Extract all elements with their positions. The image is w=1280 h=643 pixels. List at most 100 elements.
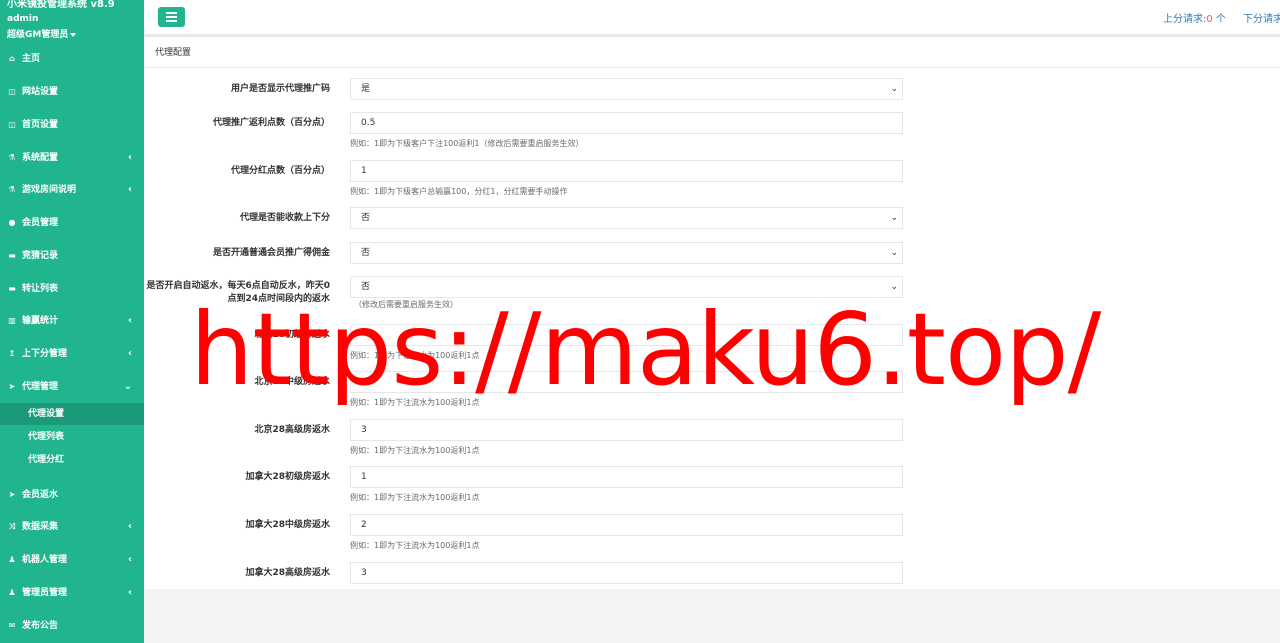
hamburger-icon-bar (166, 16, 177, 18)
window-icon: ◫ (8, 87, 16, 96)
sidebar-item[interactable]: ▥ 输赢统计 ‹ (0, 309, 144, 333)
chevron-icon: ‹ (127, 184, 132, 195)
app-brand: 小米镜投管理系统 v8.9 (7, 0, 115, 10)
chevron-icon: ‹ (127, 315, 132, 326)
sidebar-item-label: 首页设置 (22, 120, 59, 130)
chevron-down-icon: ⌄ (890, 213, 898, 223)
down-request-link[interactable]: 下分请求 (1243, 10, 1280, 25)
select-field[interactable]: 是 ⌄ (350, 78, 903, 100)
random-icon: ⤨ (8, 522, 16, 531)
sidebar-item-label: 游戏房间说明 (22, 185, 77, 195)
caret-down-icon (70, 32, 77, 37)
sidebar-item[interactable]: ⚗ 系统配置 ‹ (0, 146, 144, 170)
sidebar-item[interactable]: ⌂ 主页 (0, 47, 144, 71)
sidebar-item-label: 数据采集 (22, 522, 59, 532)
sidebar-item[interactable]: ♟ 管理员管理 ‹ (0, 581, 144, 605)
sidebar-item-label: 主页 (22, 54, 41, 64)
comment-icon: ✉ (8, 621, 16, 630)
car-icon: ▬ (8, 251, 16, 260)
hamburger-icon-bar (166, 20, 177, 22)
field-help-text: 例如：1即为下注流水为100返利1点 (350, 588, 479, 589)
chevron-icon: ⌄ (123, 381, 132, 392)
field-value: 是 (361, 84, 371, 94)
sidebar-subitem-label: 代理列表 (28, 432, 65, 442)
field-value: 否 (361, 248, 371, 258)
text-field[interactable]: 3 (350, 562, 903, 584)
menu-toggle-button[interactable] (158, 7, 185, 27)
field-help-text: 例如：1即为下级客户下注100返利1（修改后需要重启服务生效） (350, 139, 584, 148)
level-up-icon: ↥ (8, 349, 16, 358)
sidebar-subitem[interactable]: 代理设置 (0, 403, 144, 425)
home-icon: ⌂ (9, 54, 15, 63)
flask-icon: ⚗ (8, 185, 16, 194)
user-role-dropdown[interactable]: 超级GM管理员 (7, 27, 77, 40)
sidebar-item[interactable]: ◫ 网站设置 (0, 80, 144, 104)
sidebar-subitem[interactable]: 代理分红 (0, 449, 144, 471)
sidebar-item-label: 系统配置 (22, 153, 59, 163)
chevron-icon: ‹ (127, 152, 132, 163)
sidebar-item-label: 代理管理 (22, 382, 59, 392)
text-field[interactable]: 1 (350, 466, 903, 488)
send-icon: ➤ (8, 382, 16, 391)
sidebar-item[interactable]: ▬ 竞猜记录 (0, 244, 144, 268)
field-help-text: 例如：1即为下注流水为100返利1点 (350, 541, 480, 550)
sidebar-item-label: 输赢统计 (22, 316, 59, 326)
sidebar-item[interactable]: ➤ 会员返水 (0, 483, 144, 507)
up-request-link[interactable]: 上分请求:0 个 (1163, 10, 1226, 25)
field-help-text: 例如：1即为下注流水为100返利1点 (350, 493, 480, 502)
user-role-label: 超级GM管理员 (7, 30, 69, 40)
panel-header: 代理配置 (144, 37, 1280, 68)
text-field[interactable]: 3 (350, 419, 903, 441)
sidebar-item[interactable]: ↥ 上下分管理 ‹ (0, 342, 144, 366)
sidebar-item-label: 会员管理 (22, 218, 59, 228)
field-value: 否 (361, 213, 371, 223)
sidebar-item[interactable]: ● 会员管理 (0, 211, 144, 235)
sidebar-item[interactable]: ➤ 代理管理 ⌄ (0, 375, 144, 399)
flask-icon: ⚗ (8, 153, 16, 162)
text-field[interactable]: 2 (350, 514, 903, 536)
sidebar-subitem-label: 代理设置 (28, 409, 65, 419)
field-label: 代理是否能收款上下分 (239, 213, 330, 223)
sidebar-item-label: 机器人管理 (22, 555, 68, 565)
sidebar-item-label: 转让列表 (22, 284, 59, 294)
up-request-unit: 个 (1212, 14, 1226, 25)
field-value: 1 (361, 166, 367, 176)
chevron-icon: ‹ (127, 554, 132, 565)
sidebar-item-label: 管理员管理 (22, 588, 68, 598)
field-value: 2 (361, 520, 367, 530)
text-field[interactable]: 1 (350, 160, 903, 182)
sidebar-subitem[interactable]: 代理列表 (0, 426, 144, 448)
sidebar-item[interactable]: ◫ 首页设置 (0, 113, 144, 137)
robot-icon: ♟ (8, 555, 16, 564)
chevron-down-icon: ⌄ (890, 84, 898, 94)
sidebar-item[interactable]: ⤨ 数据采集 ‹ (0, 515, 144, 539)
field-label: 加拿大28中级房返水 (245, 520, 330, 530)
up-request-label: 上分请求: (1163, 14, 1207, 25)
field-label: 代理推广返利点数（百分点） (212, 118, 330, 128)
chevron-icon: ‹ (127, 587, 132, 598)
field-value: 3 (361, 568, 367, 578)
field-help-text: 例如：1即为下注流水为100返利1点 (350, 446, 480, 455)
user-icon: ● (8, 218, 16, 227)
car-icon: ▬ (8, 284, 16, 293)
window-icon: ◫ (8, 120, 16, 129)
field-label: 北京28高级房返水 (254, 425, 330, 435)
select-field[interactable]: 否 ⌄ (350, 242, 903, 264)
sidebar-item[interactable]: ▬ 转让列表 (0, 277, 144, 301)
field-help-text: 例如：1即为下级客户总输赢100，分红1，分红需要手动操作 (350, 187, 568, 196)
select-field[interactable]: 否 ⌄ (350, 207, 903, 229)
field-label: 用户是否显示代理推广码 (230, 84, 330, 94)
sidebar-item[interactable]: ⚗ 游戏房间说明 ‹ (0, 178, 144, 202)
send-icon: ➤ (8, 490, 16, 499)
chart-icon: ▥ (8, 316, 16, 325)
sidebar-item[interactable]: ✉ 发布公告 (0, 614, 144, 638)
sidebar: 小米镜投管理系统 v8.9 admin 超级GM管理员 ⌂ 主页 ◫ 网站设置 ◫ 首页设… (0, 0, 144, 643)
field-label: 是否开通普通会员推广得佣金 (212, 248, 330, 258)
sidebar-item-label: 网站设置 (22, 87, 59, 97)
sidebar-item[interactable]: ♟ 机器人管理 ‹ (0, 548, 144, 572)
hamburger-icon (166, 12, 177, 14)
panel-title: 代理配置 (155, 48, 192, 58)
watermark-url: https://maku6.top/ (190, 291, 1101, 408)
text-field[interactable]: 0.5 (350, 112, 903, 134)
field-value: 1 (361, 472, 367, 482)
